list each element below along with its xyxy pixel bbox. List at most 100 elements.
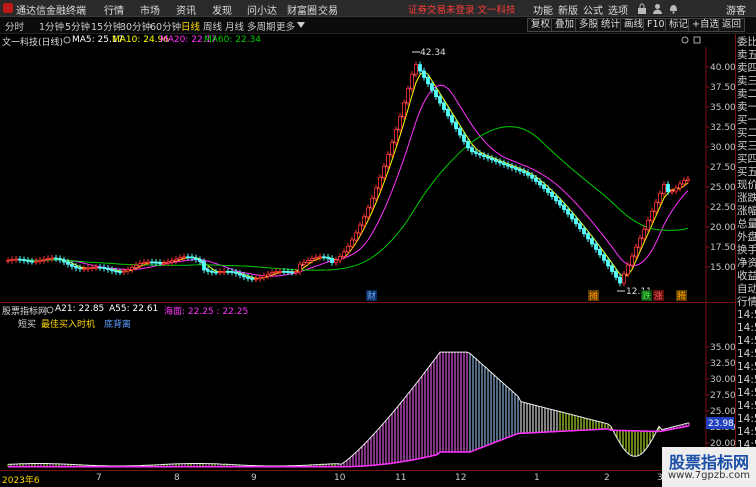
quote-label: 14:5 [737,387,756,399]
user-icon[interactable] [652,3,663,14]
login-notice[interactable]: 证券交易未登录 文一科技 [408,2,516,16]
candle-body [58,258,62,261]
candle-body [90,267,94,269]
date-axis: 2023年6 7 8 9 10 11 12 1 2 3 [0,470,756,487]
ma60-value: MA60: 22.34 [204,35,262,45]
quote-label: 买四 [737,153,756,165]
candle-body [550,192,554,197]
candle-body [166,261,170,264]
candle-body [282,270,286,273]
menu-zixun[interactable]: 资讯 [176,2,196,17]
quote-label: 外盘 [737,231,756,243]
kline-chart[interactable]: 40.00 37.50 35.00 32.50 30.00 27.50 25.00 22.50… [0,47,735,302]
candle-body [158,262,162,265]
candle-body [146,261,150,264]
candle-body [182,256,186,259]
expand-icon[interactable] [693,36,701,44]
period-monthly[interactable]: 月线 [225,19,244,33]
candle-body [658,192,662,203]
candle-body [18,258,22,261]
candle-body [650,210,654,221]
current-value: 23.98 [708,419,734,429]
period-30min[interactable]: 30分钟 [120,19,151,33]
menu-hangqing[interactable]: 行情 [104,2,124,17]
quote-label: 委比 [737,36,756,48]
candle-body [498,161,502,164]
quote-label: 14:5 [737,361,756,373]
period-multi[interactable]: 多周期 [247,19,276,33]
period-more[interactable]: 更多 [276,19,295,33]
period-1min[interactable]: 1分钟 [39,19,64,33]
candle-body [434,89,438,98]
overlay-button[interactable]: 叠加 [551,18,579,32]
quote-label: 14:5 [737,309,756,321]
watermark-url: www.7gpzb.com [668,470,750,481]
candle-body [422,70,426,78]
candle-body [466,141,470,149]
candle-body [22,259,26,262]
back-button[interactable]: 返回 [718,18,746,32]
menu-wenxiaoda[interactable]: 问小达 [247,2,277,17]
quote-label: 卖五 [737,49,756,61]
menu-jiaoyi[interactable]: 交易 [318,2,338,17]
price-label: 15.00 [710,263,735,273]
menu-xuanxiang[interactable]: 选项 [608,2,628,17]
menu-faxian[interactable]: 发现 [212,2,232,17]
candle-body [678,183,682,189]
settings-icon[interactable] [63,36,71,44]
period-60min[interactable]: 60分钟 [150,19,181,33]
menu-gongshi[interactable]: 公式 [583,2,603,17]
candle-body [110,269,114,272]
candle-body [114,270,118,273]
candle-body [430,83,434,91]
menu-shichang[interactable]: 市场 [140,2,160,17]
period-weekly[interactable]: 周线 [203,19,222,33]
menu-xinban[interactable]: 新版 [558,2,578,17]
candle-body [134,264,138,268]
candle-body [558,200,562,206]
candle-body [682,179,686,185]
period-daily[interactable]: 日线 [181,19,200,33]
date-label: 11 [395,473,407,483]
date-label: 2023年6 [2,476,40,486]
candle-body [634,246,638,257]
lock-icon[interactable] [636,3,648,14]
period-fenshi[interactable]: 分时 [5,19,24,33]
period-toolbar: 分时 1分钟 5分钟 15分钟 30分钟 60分钟 日线 周线 月线 多周期 更… [0,17,756,34]
candle-body [118,271,122,274]
candle-body [342,251,346,257]
candle-body [534,177,538,182]
candle-body [50,257,54,260]
candle-body [402,102,406,117]
candle-body [154,261,158,264]
fuquan-button[interactable]: 复权 [527,18,555,32]
candle-body [186,256,190,259]
candle-body [346,245,350,253]
pin-icon[interactable] [681,36,689,44]
menu-gongneng[interactable]: 功能 [533,2,553,17]
guest-label[interactable]: 游客 [726,2,746,17]
price-label: 40.00 [710,63,735,73]
menu-caifuquan[interactable]: 财富圈 [287,2,317,17]
event-mark-label: 涨 [654,291,663,302]
candle-body [510,165,514,169]
chevron-down-icon[interactable] [297,22,305,28]
candle-body [610,265,614,272]
quote-label: 卖一 [737,101,756,113]
candle-body [262,275,266,279]
candle-body [270,272,274,275]
candle-body [202,261,206,271]
candle-body [598,248,602,256]
bell-icon[interactable] [668,3,679,14]
candle-body [70,263,74,267]
candle-body [98,266,102,269]
period-15min[interactable]: 15分钟 [91,19,122,33]
candle-body [14,258,18,261]
quote-label: 买一 [737,114,756,126]
candle-body [642,228,646,239]
indicator-chart[interactable]: 35.0032.5030.0027.5025.0022.5020.0017.50… [0,303,735,470]
period-5min[interactable]: 5分钟 [65,19,90,33]
candle-body [162,262,166,265]
candle-body [490,157,494,161]
candle-body [62,259,66,263]
